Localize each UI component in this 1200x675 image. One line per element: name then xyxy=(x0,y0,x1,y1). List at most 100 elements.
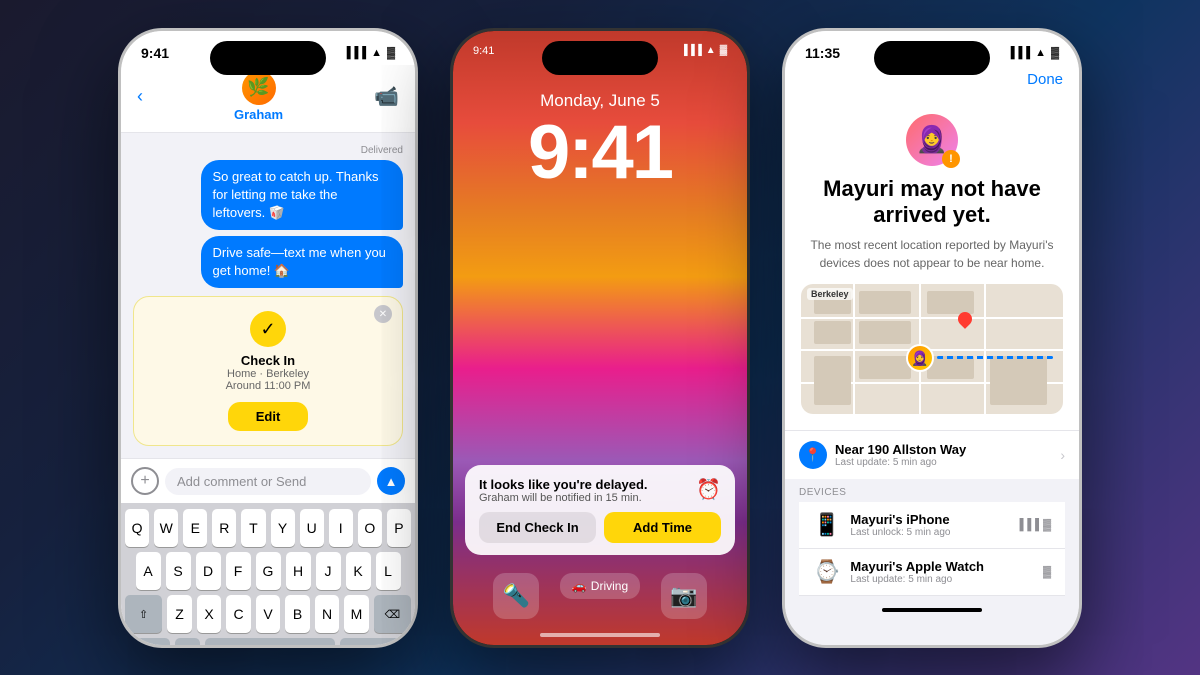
map-background: 🧕 Berkeley xyxy=(801,284,1063,414)
key-s[interactable]: S xyxy=(166,552,191,590)
notification-emoji: ⏰ xyxy=(696,477,721,504)
key-n[interactable]: N xyxy=(315,595,340,633)
map-view[interactable]: 🧕 Berkeley xyxy=(801,284,1063,414)
notification-text: It looks like you're delayed. Graham wil… xyxy=(479,477,648,504)
device-iphone-name: Mayuri's iPhone xyxy=(850,512,1005,527)
notification-subtitle: Graham will be notified in 15 min. xyxy=(479,492,648,504)
map-block xyxy=(859,321,911,344)
lockscreen-date: Monday, June 5 xyxy=(453,91,747,111)
device-watch-text: Mayuri's Apple Watch Last update: 5 min … xyxy=(850,559,1033,585)
wifi-bars-icon: ▐▐▐ xyxy=(1016,519,1039,531)
dock-camera-button[interactable]: 📷 xyxy=(661,573,707,619)
send-button[interactable]: ▲ xyxy=(377,467,405,495)
card-title: Check In xyxy=(148,353,388,368)
message-bubble-2: Drive safe—text me when you get home! 🏠 xyxy=(201,236,404,288)
contact-name[interactable]: Graham xyxy=(234,107,283,122)
map-block xyxy=(814,356,851,405)
message-input[interactable]: Add comment or Send xyxy=(165,468,371,495)
key-i[interactable]: I xyxy=(329,509,353,547)
phone-messages: 9:41 ▐▐▐ ▲ ▓ ‹ 🌿 Graham 📹 Delivered So g… xyxy=(118,28,418,648)
ls-home-bar xyxy=(540,633,660,637)
location-text: Near 190 Allston Way Last update: 5 min … xyxy=(835,442,1052,468)
key-t[interactable]: T xyxy=(241,509,265,547)
key-space[interactable]: space xyxy=(205,638,335,644)
lockscreen-content: 9:41 ▐▐▐ ▲ ▓ Monday, June 5 9:41 It look… xyxy=(453,31,747,645)
status-time-1: 9:41 xyxy=(141,45,169,61)
dock-driving-button[interactable]: 🚗 Driving xyxy=(560,573,640,619)
alert-title: Mayuri may not have arrived yet. xyxy=(801,176,1063,229)
status-icons-1: ▐▐▐ ▲ ▓ xyxy=(343,47,395,59)
alert-description: The most recent location reported by May… xyxy=(801,236,1063,272)
dock-torch-button[interactable]: 🔦 xyxy=(493,573,539,619)
key-x[interactable]: X xyxy=(197,595,222,633)
delivered-label: Delivered xyxy=(133,145,403,156)
device-watch-name: Mayuri's Apple Watch xyxy=(850,559,1033,574)
p3-home-indicator xyxy=(785,600,1079,618)
key-w[interactable]: W xyxy=(154,509,178,547)
delay-notification[interactable]: It looks like you're delayed. Graham wil… xyxy=(465,465,735,555)
end-checkin-button[interactable]: End Check In xyxy=(479,512,596,543)
key-k[interactable]: K xyxy=(346,552,371,590)
status-icons-3: ▐▐▐ ▲ ▓ xyxy=(1007,47,1059,59)
key-shift[interactable]: ⇧ xyxy=(125,595,162,633)
key-numbers[interactable]: 123 xyxy=(136,638,170,644)
iphone-icon: 📱 xyxy=(813,512,840,538)
signal-icon-3: ▐▐▐ xyxy=(1007,47,1030,59)
devices-label: DEVICES xyxy=(799,487,1065,498)
key-q[interactable]: Q xyxy=(125,509,149,547)
key-y[interactable]: Y xyxy=(271,509,295,547)
checkin-alert-body: 🧕 ! Mayuri may not have arrived yet. The… xyxy=(785,98,1079,431)
map-street xyxy=(801,317,1063,319)
card-edit-button[interactable]: Edit xyxy=(228,402,309,431)
key-emoji[interactable]: ☺ xyxy=(175,638,200,644)
done-button[interactable]: Done xyxy=(1027,71,1063,88)
map-block xyxy=(859,291,911,314)
key-g[interactable]: G xyxy=(256,552,281,590)
key-a[interactable]: A xyxy=(136,552,161,590)
dynamic-island-1 xyxy=(210,41,326,75)
key-b[interactable]: B xyxy=(285,595,310,633)
device-row-iphone: 📱 Mayuri's iPhone Last unlock: 5 min ago… xyxy=(799,502,1065,549)
keyboard-row-2: A S D F G H J K L xyxy=(125,552,411,590)
key-r[interactable]: R xyxy=(212,509,236,547)
map-street xyxy=(984,284,986,414)
check-in-card: ✕ ✓ Check In Home · Berkeley Around 11:0… xyxy=(133,296,403,446)
lockscreen-status-icons: ▐▐▐ ▲ ▓ xyxy=(681,45,727,56)
messages-header: ‹ 🌿 Graham 📹 xyxy=(121,65,415,133)
key-z[interactable]: Z xyxy=(167,595,192,633)
location-row[interactable]: 📍 Near 190 Allston Way Last update: 5 mi… xyxy=(785,430,1079,479)
key-d[interactable]: D xyxy=(196,552,221,590)
lockscreen-spacer xyxy=(453,191,747,465)
video-call-icon[interactable]: 📹 xyxy=(374,84,399,109)
key-p[interactable]: P xyxy=(387,509,411,547)
key-v[interactable]: V xyxy=(256,595,281,633)
key-e[interactable]: E xyxy=(183,509,207,547)
card-close-button[interactable]: ✕ xyxy=(374,305,392,323)
key-delete[interactable]: ⌫ xyxy=(374,595,411,633)
key-return[interactable]: return xyxy=(340,638,400,644)
keyboard-row-4: 123 ☺ space return xyxy=(125,638,411,644)
back-button[interactable]: ‹ xyxy=(137,86,143,107)
contact-info: 🌿 Graham xyxy=(234,71,283,122)
phone-lockscreen: 9:41 ▐▐▐ ▲ ▓ Monday, June 5 9:41 It look… xyxy=(450,28,750,648)
notification-header: It looks like you're delayed. Graham wil… xyxy=(479,477,721,504)
p3-home-bar xyxy=(882,608,982,612)
key-h[interactable]: H xyxy=(286,552,311,590)
battery-small-icon: ▓ xyxy=(1043,519,1051,531)
key-o[interactable]: O xyxy=(358,509,382,547)
driving-label: Driving xyxy=(591,579,628,593)
mayuri-avatar: 🧕 ! xyxy=(906,114,958,166)
key-c[interactable]: C xyxy=(226,595,251,633)
key-u[interactable]: U xyxy=(300,509,324,547)
map-user-location: 🧕 xyxy=(906,344,934,372)
location-chevron-icon: › xyxy=(1060,447,1065,463)
key-f[interactable]: F xyxy=(226,552,251,590)
wifi-icon-3: ▲ xyxy=(1035,47,1046,59)
key-l[interactable]: L xyxy=(376,552,401,590)
key-j[interactable]: J xyxy=(316,552,341,590)
key-m[interactable]: M xyxy=(344,595,369,633)
add-time-button[interactable]: Add Time xyxy=(604,512,721,543)
add-attachment-button[interactable]: + xyxy=(131,467,159,495)
location-title: Near 190 Allston Way xyxy=(835,442,1052,457)
watch-battery-icon: ▓ xyxy=(1043,566,1051,578)
